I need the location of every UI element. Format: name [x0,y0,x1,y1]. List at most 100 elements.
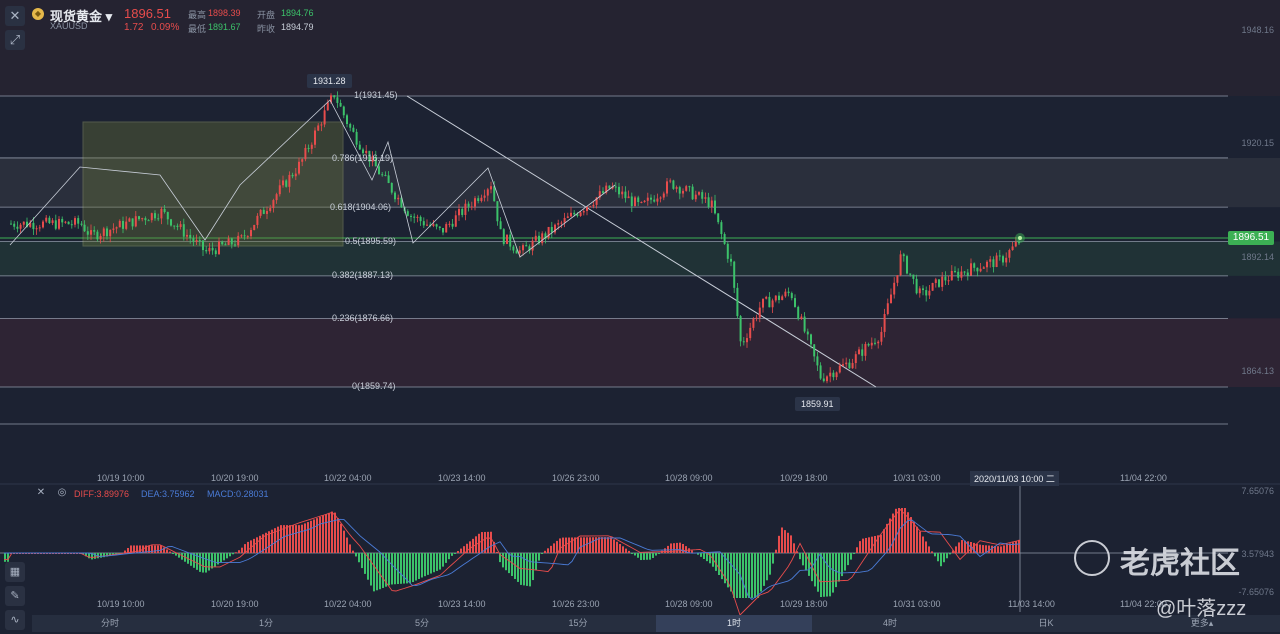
macd-bar [616,541,618,553]
indicator-icon[interactable]: ∿ [5,610,25,630]
candle-body [682,190,684,194]
candle-body [570,212,572,217]
macd-bar [622,546,624,553]
period-selector: 分时 1分 5分 15分 1时 4时 日K 更多▴ [32,615,1280,632]
candle-body [998,255,1001,257]
indicator-x-tick: 11/03 14:00 [1008,599,1055,609]
candle-body [352,127,355,132]
instrument-symbol: XAUUSD [50,21,88,31]
candle-body [800,316,803,319]
candle-body [1014,241,1017,247]
candle-body [90,230,92,235]
candle-body [592,204,595,207]
macd-bar [502,553,504,568]
indicator-x-tick: 10/20 19:00 [211,599,259,609]
candle-body [499,221,502,230]
candle-body [278,185,281,195]
candle-body [640,201,643,203]
macd-bar [232,553,234,555]
period-tab-1h[interactable]: 1时 [656,615,812,632]
candle-body [717,213,720,223]
candle-body [755,317,758,319]
watermark-brand: 老虎社区 [1120,547,1240,580]
indicator-x-tick: 10/29 18:00 [780,599,828,609]
candle-body [138,216,140,220]
macd-bar [658,553,660,554]
macd-bar [445,553,447,563]
candle-body [877,341,880,344]
candle-body [410,215,412,217]
macd-bar [4,553,6,562]
candle-body [262,209,265,214]
candle-body [883,314,886,332]
period-tab-5min[interactable]: 5分 [344,615,500,632]
candle-body [966,272,969,276]
macd-bar [490,531,492,553]
close-indicator-icon[interactable]: ✕ [34,486,48,500]
macd-bar [916,526,918,553]
draw-line-icon[interactable]: ⤢ [5,30,25,50]
y-tick: 1920.15 [1241,138,1274,148]
indicator-x-tick: 10/28 09:00 [665,599,713,609]
macd-bar [790,535,792,553]
macd-bar [283,525,285,553]
candle-body [960,271,963,278]
macd-bar [454,553,456,554]
candle-body [67,221,70,225]
candle-body [298,161,300,174]
macd-bar [865,537,867,553]
close-icon[interactable]: ✕ [5,6,25,26]
indicator-x-tick: 10/22 04:00 [324,599,372,609]
candle-body [675,187,678,189]
macd-bar [682,543,684,553]
high-label: 最高 [188,10,207,20]
watermark-user: @叶落zzz [1156,598,1247,620]
macd-bar [820,553,822,597]
pen-icon[interactable]: ✎ [5,586,25,606]
candle-body [931,282,934,291]
layers-icon[interactable]: ▦ [5,562,25,582]
candle-body [726,243,729,259]
period-tab-1min[interactable]: 1分 [188,615,344,632]
candle-body [109,229,112,237]
macd-bar [940,553,942,567]
macd-bar [226,553,228,559]
candle-body [448,223,451,225]
settings-icon[interactable]: ◎ [55,486,69,500]
candle-body [467,203,470,207]
candle-body [202,240,204,251]
candle-body [282,180,284,186]
macd-bar [628,550,630,553]
macd-bar [853,553,855,554]
low-value: 1891.67 [208,22,241,32]
candle-body [560,222,563,224]
candle-body [218,241,220,255]
candle-body [858,349,860,355]
candle-body [522,245,524,251]
candle-body [445,224,448,233]
candle-body [157,218,160,220]
period-tab-15min[interactable]: 15分 [500,615,656,632]
price-chart[interactable] [0,0,1280,634]
candle-body [397,197,400,200]
x-tick: 10/29 18:00 [780,473,828,483]
candle-body [627,196,630,199]
candle-body [502,229,505,244]
period-tab-4h[interactable]: 4时 [812,615,968,632]
candle-body [758,307,761,318]
macd-bar [643,553,645,560]
candle-body [950,270,953,281]
candle-body [576,214,579,216]
period-tab-fenshi[interactable]: 分时 [32,615,188,632]
dea-value: DEA:3.75962 [141,489,195,499]
candle-body [963,271,966,273]
macd-bar [310,520,312,553]
macd-bar [679,542,681,553]
period-tab-daily[interactable]: 日K [968,615,1124,632]
candle-body [128,218,131,222]
macd-bar [619,544,621,553]
candle-body [787,291,790,294]
macd-bar [988,545,990,553]
candle-body [602,191,604,193]
candle-body [954,270,956,272]
